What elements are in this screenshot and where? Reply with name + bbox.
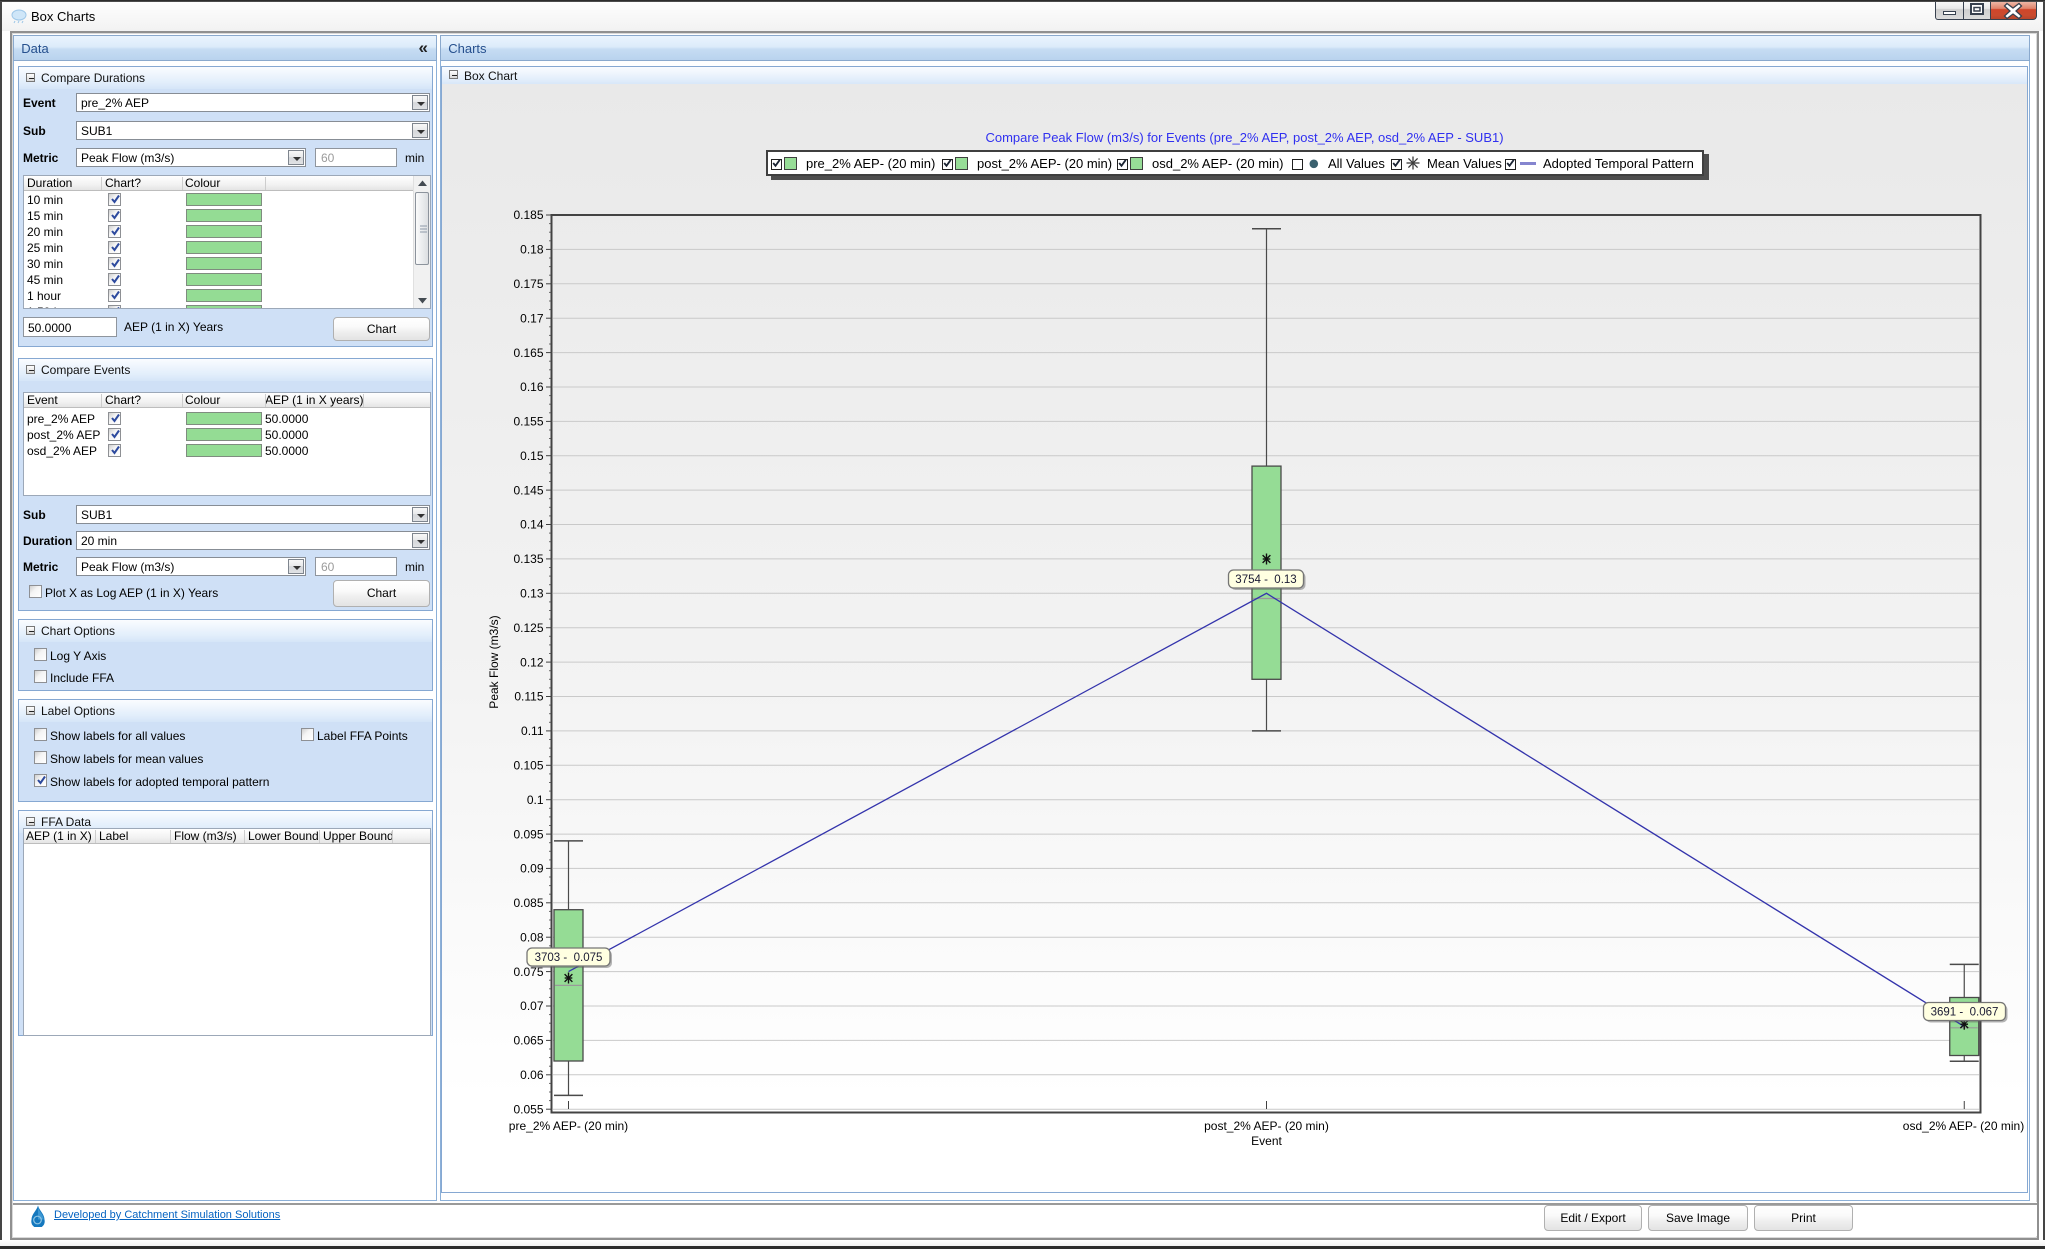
svg-text:0.185: 0.185 — [513, 208, 543, 222]
svg-text:0.165: 0.165 — [513, 346, 543, 360]
svg-text:0.095: 0.095 — [513, 827, 543, 841]
svg-text:0.16: 0.16 — [520, 380, 544, 394]
svg-text:0.14: 0.14 — [520, 518, 544, 532]
svg-text:0.155: 0.155 — [513, 415, 543, 429]
svg-text:0.07: 0.07 — [520, 999, 544, 1013]
svg-text:3691 - 0.067: 3691 - 0.067 — [1931, 1007, 1999, 1019]
svg-text:Peak Flow (m3/s): Peak Flow (m3/s) — [487, 615, 501, 708]
svg-text:3703 - 0.075: 3703 - 0.075 — [535, 952, 603, 964]
svg-text:pre_2% AEP- (20 min): pre_2% AEP- (20 min) — [509, 1119, 628, 1133]
svg-text:0.065: 0.065 — [513, 1034, 543, 1048]
svg-text:0.18: 0.18 — [520, 243, 544, 257]
svg-text:0.145: 0.145 — [513, 483, 543, 497]
svg-text:0.09: 0.09 — [520, 862, 544, 876]
svg-text:osd_2% AEP- (20 min): osd_2% AEP- (20 min) — [1903, 1119, 2024, 1133]
svg-text:0.125: 0.125 — [513, 621, 543, 635]
svg-text:3754 - 0.13: 3754 - 0.13 — [1235, 574, 1296, 586]
svg-text:0.115: 0.115 — [514, 690, 543, 704]
svg-text:0.13: 0.13 — [520, 587, 544, 601]
svg-text:0.11: 0.11 — [521, 724, 544, 738]
svg-text:0.055: 0.055 — [513, 1102, 543, 1116]
svg-text:post_2% AEP- (20 min): post_2% AEP- (20 min) — [1204, 1119, 1329, 1133]
svg-text:0.175: 0.175 — [513, 277, 543, 291]
svg-text:Event: Event — [1251, 1134, 1282, 1148]
svg-text:0.15: 0.15 — [520, 449, 544, 463]
svg-text:0.17: 0.17 — [520, 311, 544, 325]
svg-text:0.08: 0.08 — [520, 930, 544, 944]
svg-text:0.105: 0.105 — [513, 759, 543, 773]
svg-text:0.135: 0.135 — [513, 552, 543, 566]
svg-text:0.1: 0.1 — [527, 793, 544, 807]
svg-text:0.06: 0.06 — [520, 1068, 544, 1082]
svg-text:0.085: 0.085 — [513, 896, 543, 910]
svg-text:0.12: 0.12 — [520, 655, 544, 669]
